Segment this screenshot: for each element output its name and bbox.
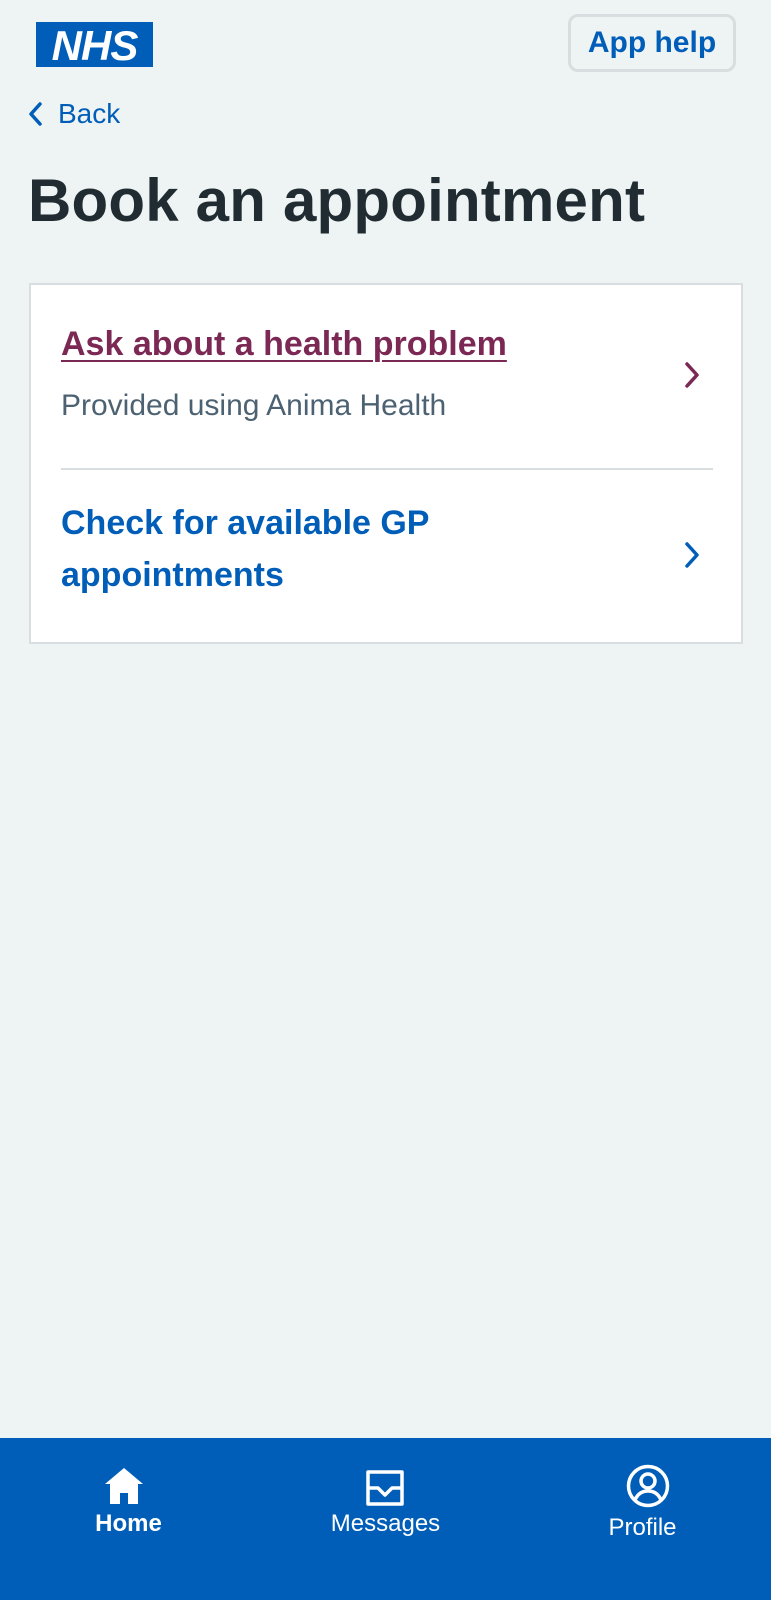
option-title[interactable]: Ask about a health problem	[61, 325, 507, 364]
appointment-options-card: Ask about a health problem Provided usin…	[29, 283, 743, 644]
divider	[61, 468, 713, 470]
back-label: Back	[58, 98, 121, 129]
nav-messages[interactable]: Messages	[257, 1438, 514, 1600]
profile-icon	[626, 1464, 670, 1508]
app-header: NHS App help	[0, 0, 771, 90]
nhs-logo: NHS	[36, 22, 153, 67]
nav-profile[interactable]: Profile	[514, 1438, 771, 1600]
nav-label: Profile	[608, 1514, 677, 1541]
back-link[interactable]: Back	[28, 94, 120, 134]
nhs-logo-text: NHS	[52, 22, 139, 67]
chevron-right-icon	[685, 362, 699, 388]
messages-icon	[366, 1470, 404, 1506]
home-icon	[105, 1468, 143, 1504]
nav-home[interactable]: Home	[0, 1438, 257, 1600]
bottom-navigation: Home Messages Profile	[0, 1438, 771, 1600]
option-check-gp-appointments[interactable]: Check for available GP appointments	[61, 504, 713, 613]
option-subtitle: Provided using Anima Health	[61, 389, 447, 422]
option-ask-health-problem[interactable]: Ask about a health problem Provided usin…	[61, 325, 713, 445]
app-help-button[interactable]: App help	[568, 14, 736, 72]
nav-label: Home	[95, 1510, 162, 1537]
chevron-left-icon	[29, 102, 42, 126]
nav-label: Messages	[330, 1510, 441, 1537]
chevron-right-icon	[685, 542, 699, 568]
option-title[interactable]: Check for available GP appointments	[61, 497, 621, 601]
page-title: Book an appointment	[28, 167, 646, 234]
